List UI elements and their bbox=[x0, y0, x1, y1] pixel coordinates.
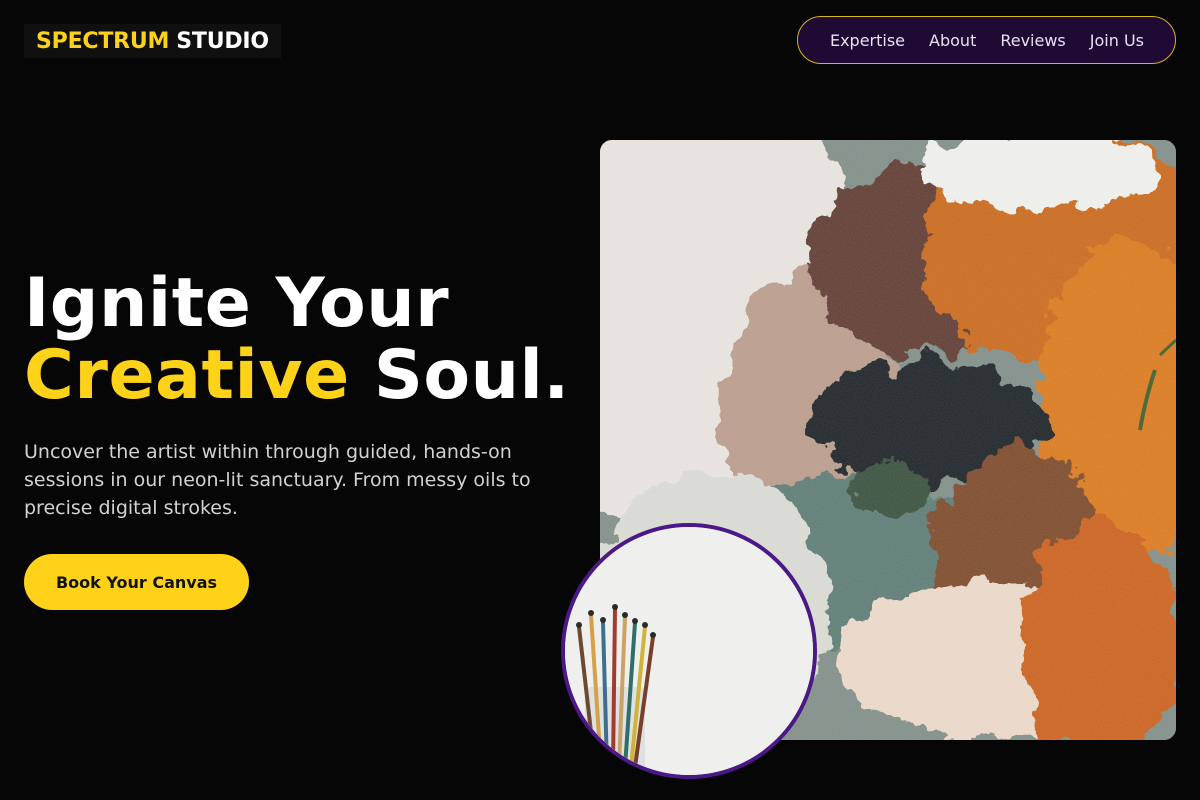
nav-link-join-us[interactable]: Join Us bbox=[1090, 31, 1144, 50]
brand-logo[interactable]: SPECTRUM STUDIO bbox=[24, 24, 281, 58]
hero-title-rest: Soul. bbox=[373, 336, 570, 415]
hero-title-accent: Creative bbox=[24, 336, 350, 415]
hero-subtitle: Uncover the artist within through guided… bbox=[24, 441, 531, 519]
main-nav: Expertise About Reviews Join Us bbox=[796, 16, 1176, 64]
nav-link-expertise[interactable]: Expertise bbox=[830, 31, 905, 50]
brand-name-rest: STUDIO bbox=[176, 28, 269, 54]
hero-title: Ignite Your Creative Soul. bbox=[24, 268, 570, 412]
book-canvas-button[interactable]: Book Your Canvas bbox=[24, 554, 249, 610]
nav-link-about[interactable]: About bbox=[929, 31, 976, 50]
brushes-illustration bbox=[565, 527, 813, 775]
landing-page: SPECTRUM STUDIO Expertise About Reviews … bbox=[0, 0, 1200, 800]
nav-link-reviews[interactable]: Reviews bbox=[1000, 31, 1065, 50]
brand-name-accent: SPECTRUM bbox=[36, 28, 170, 54]
brushes-jar-image bbox=[561, 523, 817, 779]
hero-title-line1: Ignite Your bbox=[24, 264, 450, 343]
